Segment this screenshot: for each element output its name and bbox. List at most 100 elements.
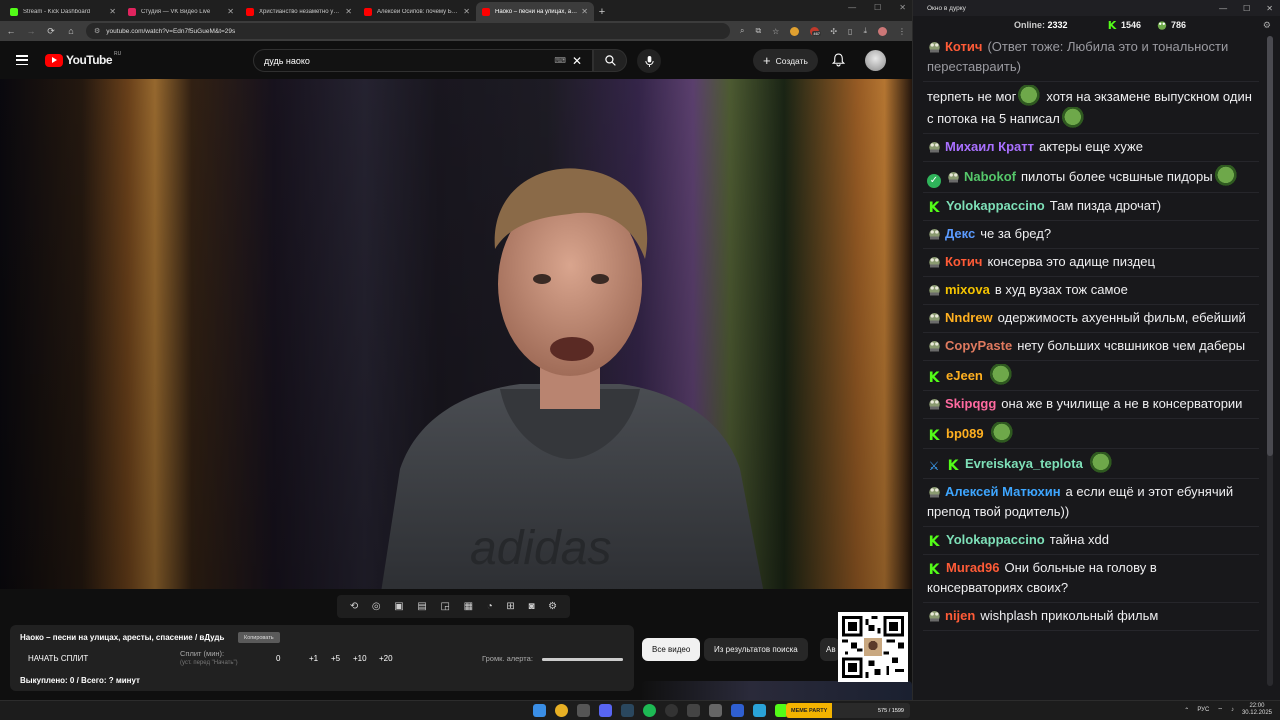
browser-tab[interactable]: Алексей Осипов: почему Бог … ✕ <box>358 2 476 21</box>
steam-icon[interactable] <box>621 704 634 717</box>
chat-username[interactable]: Михаил Кратт <box>945 139 1034 154</box>
telegram-icon[interactable] <box>753 704 766 717</box>
chat-username[interactable]: Yolokappaccino <box>946 198 1045 213</box>
voice-search-button[interactable] <box>637 49 661 73</box>
sidebar-icon[interactable]: ▯ <box>848 27 852 36</box>
subtitles-icon[interactable]: ▦ <box>464 601 473 612</box>
keyboard-language[interactable]: РУС <box>1197 707 1209 713</box>
site-info-icon[interactable]: ⚙ <box>94 27 100 35</box>
extension-badge-icon[interactable]: 467 <box>810 26 822 36</box>
tab-close-icon[interactable]: ✕ <box>345 7 352 16</box>
speed-icon[interactable]: ◔ <box>487 601 493 612</box>
copy-button[interactable]: Копировать <box>238 632 280 643</box>
browser-tab[interactable]: Христианство незаметно укоре… ✕ <box>240 2 358 21</box>
chrome-icon[interactable] <box>555 704 568 717</box>
menu-kebab-icon[interactable]: ⋮ <box>898 27 906 36</box>
recommendation-thumbnail[interactable] <box>642 681 912 700</box>
maximize-icon[interactable]: ☐ <box>1243 4 1250 13</box>
meme-party-widget[interactable]: MEME PARTY 575 / 1599 <box>786 703 910 718</box>
alert-volume-slider[interactable] <box>542 658 623 661</box>
chip-from-search[interactable]: Из результатов поиска <box>704 638 808 661</box>
install-icon[interactable]: ⧉ <box>755 26 761 36</box>
browser-tab[interactable]: Stream - Kick Dashboard ✕ <box>4 2 122 21</box>
youtube-logo[interactable]: YouTube RU <box>45 51 121 67</box>
chat-username[interactable]: Алексей Матюхин <box>945 484 1061 499</box>
split-value-0[interactable]: 0 <box>276 654 280 663</box>
avatar[interactable] <box>865 50 886 71</box>
split-value-20[interactable]: +20 <box>379 654 393 663</box>
start-icon[interactable] <box>533 704 546 717</box>
tray-chevron-icon[interactable]: ⌃ <box>1184 707 1189 714</box>
cinema-icon[interactable]: ▣ <box>394 601 403 612</box>
volume-icon[interactable]: ♪ <box>1231 707 1234 713</box>
keyboard-icon[interactable]: ⌨ <box>554 56 566 65</box>
minimize-icon[interactable]: — <box>1219 4 1227 13</box>
tab-close-icon[interactable]: ✕ <box>227 7 234 16</box>
split-value-1[interactable]: +1 <box>309 654 318 663</box>
chat-username[interactable]: bp089 <box>946 426 984 441</box>
maximize-icon[interactable]: ☐ <box>874 3 881 12</box>
search-button[interactable] <box>593 49 627 72</box>
explorer-icon[interactable] <box>577 704 590 717</box>
close-icon[interactable]: ✕ <box>1266 4 1273 13</box>
chat-username[interactable]: Nndrew <box>945 310 993 325</box>
chat-username[interactable]: Yolokappaccino <box>946 532 1045 547</box>
chat-username[interactable]: Evreiskaya_teplota <box>965 456 1083 471</box>
close-icon[interactable]: ✕ <box>899 3 906 12</box>
chat-username[interactable]: mixova <box>945 282 990 297</box>
create-button[interactable]: + Создать <box>753 49 818 72</box>
browser-tab[interactable]: Наоко – песни на улицах, аре… ✕ <box>476 2 594 21</box>
chat-username[interactable]: Котич <box>945 39 982 54</box>
tab-close-icon[interactable]: ✕ <box>581 7 588 16</box>
extension-icon[interactable] <box>790 26 800 36</box>
profile-icon[interactable] <box>878 26 887 36</box>
menu-icon[interactable] <box>16 55 28 65</box>
clip-icon[interactable]: ▤ <box>417 601 426 612</box>
clock[interactable]: 22:00 30.12.2025 <box>1242 703 1272 717</box>
video-player[interactable]: adidas <box>0 79 912 589</box>
chat-username[interactable]: Котич <box>945 254 982 269</box>
chat-username[interactable]: CopyPaste <box>945 338 1012 353</box>
chat-username[interactable]: Декс <box>945 226 975 241</box>
split-value-5[interactable]: +5 <box>331 654 340 663</box>
chat-scrollbar-thumb[interactable] <box>1267 36 1273 456</box>
screenshot-icon[interactable]: ◙ <box>528 601 534 612</box>
chat-username[interactable]: eJeen <box>946 368 983 383</box>
chat-settings-icon[interactable]: ⚙ <box>1263 20 1271 31</box>
zoom-icon[interactable]: ⌕ <box>740 26 744 36</box>
spotify-icon[interactable] <box>643 704 656 717</box>
chat-username[interactable]: nijen <box>945 608 975 623</box>
back-icon[interactable]: ← <box>6 26 16 36</box>
chip-all-videos[interactable]: Все видео <box>642 638 701 661</box>
download-icon[interactable]: ⤓ <box>863 26 867 36</box>
discord-icon[interactable] <box>599 704 612 717</box>
settings-gear-icon[interactable]: ⚙ <box>548 601 557 612</box>
reload-icon[interactable]: ⟳ <box>46 26 56 37</box>
loop-icon[interactable]: ⟲ <box>350 601 358 612</box>
browser-tab[interactable]: Студия — VK Видео Live ✕ <box>122 2 240 21</box>
split-value-10[interactable]: +10 <box>353 654 367 663</box>
minimize-icon[interactable]: — <box>848 3 856 12</box>
chat-username[interactable]: Murad96 <box>946 560 999 575</box>
new-tab-button[interactable]: + <box>594 2 610 21</box>
app2-icon[interactable] <box>709 704 722 717</box>
url-field[interactable]: ⚙ youtube.com/watch?v=Edn7f5uGueM&t=29s <box>86 23 730 39</box>
extensions-puzzle-icon[interactable]: ✣ <box>830 27 837 36</box>
player-icon[interactable] <box>731 704 744 717</box>
pip-icon[interactable]: ◲ <box>440 601 449 612</box>
app-icon[interactable] <box>687 704 700 717</box>
chip-author[interactable]: Ав <box>820 638 840 661</box>
obs-icon[interactable] <box>665 704 678 717</box>
forward-icon[interactable]: → <box>26 26 36 36</box>
chat-username[interactable]: Nabokof <box>964 169 1016 184</box>
start-split-button[interactable]: НАЧАТЬ СПЛИТ <box>28 654 88 663</box>
chat-username[interactable]: Skipqgg <box>945 396 996 411</box>
tab-close-icon[interactable]: ✕ <box>109 7 116 16</box>
search-input[interactable]: дудь наоко ⌨ ✕ <box>253 49 593 72</box>
bookmark-star-icon[interactable]: ☆ <box>772 27 779 36</box>
home-icon[interactable]: ⌂ <box>66 26 76 36</box>
clear-search-icon[interactable]: ✕ <box>572 54 582 68</box>
tab-close-icon[interactable]: ✕ <box>463 7 470 16</box>
network-icon[interactable]: ⌔ <box>1217 706 1223 714</box>
broadcast-icon[interactable]: ◎ <box>372 601 381 612</box>
